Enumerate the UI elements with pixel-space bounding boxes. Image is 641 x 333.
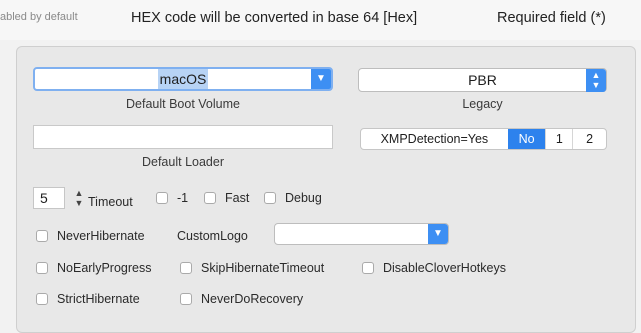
checkbox-box[interactable] [36, 262, 48, 274]
checkbox-box[interactable] [36, 230, 48, 242]
checkbox-neg1[interactable]: -1 [156, 191, 188, 205]
checkbox-box[interactable] [180, 262, 192, 274]
default-loader-label: Default Loader [141, 155, 224, 169]
required-field-note: Required field (*) [497, 10, 606, 26]
checkbox-strict-hibernate-label: StrictHibernate [57, 292, 140, 306]
checkbox-never-do-recovery[interactable]: NeverDoRecovery [180, 292, 303, 306]
up-down-chevron-icon: ▲ ▼ [586, 69, 606, 92]
checkbox-no-early-progress[interactable]: NoEarlyProgress [36, 261, 151, 275]
default-boot-volume-popup[interactable]: macOS ▼ [33, 67, 333, 91]
timeout-label: Timeout [88, 195, 133, 209]
xmp-option-2[interactable]: 2 [572, 129, 606, 149]
hex-conversion-note: HEX code will be converted in base 64 [H… [131, 10, 418, 26]
checkbox-box[interactable] [156, 192, 168, 204]
custom-logo-popup[interactable]: ▼ [274, 223, 449, 245]
checkbox-never-hibernate[interactable]: NeverHibernate [36, 229, 145, 243]
checkbox-no-early-progress-label: NoEarlyProgress [57, 261, 152, 275]
checkbox-debug[interactable]: Debug [264, 191, 322, 205]
checkbox-box[interactable] [180, 293, 192, 305]
xmp-option-1[interactable]: 1 [545, 129, 572, 149]
legacy-value: PBR [468, 72, 497, 88]
legacy-label: Legacy [462, 97, 503, 111]
checkbox-fast-label: Fast [225, 191, 250, 205]
custom-logo-label: CustomLogo [177, 229, 248, 243]
default-boot-volume-value: macOS [157, 69, 209, 89]
checkbox-never-do-recovery-label: NeverDoRecovery [201, 292, 304, 306]
checkbox-fast[interactable]: Fast [204, 191, 249, 205]
checkbox-disable-clover-hotkeys[interactable]: DisableCloverHotkeys [362, 261, 506, 275]
stepper-arrows-icon[interactable]: ▲ ▼ [73, 188, 85, 210]
chevron-down-icon: ▼ [311, 69, 331, 89]
timeout-value: 5 [40, 190, 48, 206]
top-info-bar: abled by default HEX code will be conver… [0, 0, 641, 40]
default-loader-field[interactable] [33, 125, 333, 149]
timeout-field[interactable]: 5 [33, 187, 65, 209]
default-boot-volume-label: Default Boot Volume [126, 97, 240, 111]
checkbox-debug-label: Debug [285, 191, 322, 205]
checkbox-box[interactable] [204, 192, 216, 204]
checkbox-neg1-label: -1 [177, 191, 189, 205]
checkbox-box[interactable] [362, 262, 374, 274]
checkbox-strict-hibernate[interactable]: StrictHibernate [36, 292, 140, 306]
checkbox-skip-hibernate-timeout[interactable]: SkipHibernateTimeout [180, 261, 324, 275]
checkbox-box[interactable] [264, 192, 276, 204]
checkbox-box[interactable] [36, 293, 48, 305]
xmp-option-no[interactable]: No [507, 129, 546, 149]
checkbox-disable-clover-hotkeys-label: DisableCloverHotkeys [383, 261, 506, 275]
legacy-popup[interactable]: PBR ▲ ▼ [358, 68, 607, 92]
enabled-by-default-note: abled by default [0, 11, 78, 23]
boot-settings-panel: macOS ▼ Default Boot Volume PBR ▲ ▼ Legac… [16, 46, 636, 333]
xmp-detection-label: XMPDetection=Yes [380, 132, 489, 146]
xmp-detection-segmented-control: XMPDetection=Yes No 1 2 [360, 128, 607, 150]
chevron-down-icon: ▼ [428, 224, 448, 244]
checkbox-skip-hibernate-timeout-label: SkipHibernateTimeout [201, 261, 325, 275]
checkbox-never-hibernate-label: NeverHibernate [57, 229, 145, 243]
